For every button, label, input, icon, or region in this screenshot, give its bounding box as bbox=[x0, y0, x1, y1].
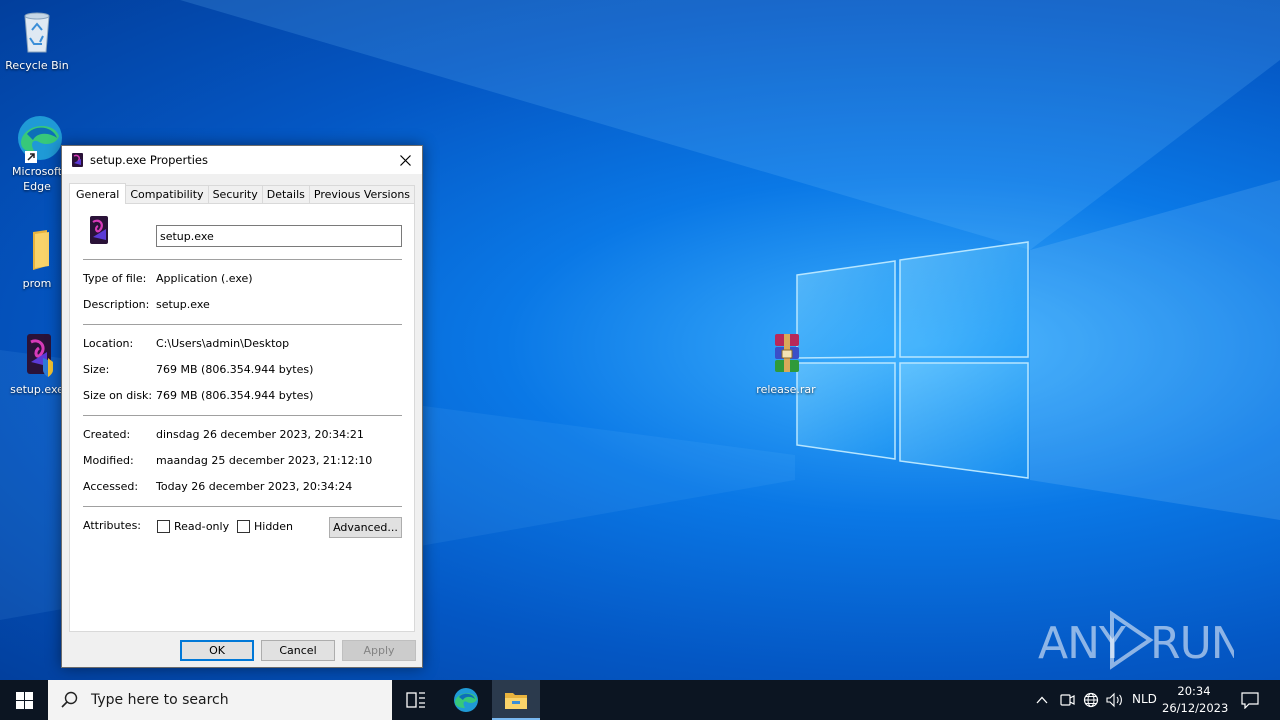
general-tab-panel: Type of file: Application (.exe) Descrip… bbox=[69, 203, 415, 632]
network-globe-icon bbox=[1083, 692, 1099, 708]
created-label: Created: bbox=[83, 428, 131, 441]
tab-compatibility[interactable]: Compatibility bbox=[125, 185, 209, 204]
desktop-icon-label: Microsoft Edge bbox=[11, 165, 63, 193]
desktop-icon-label: Recycle Bin bbox=[5, 59, 69, 72]
edge-icon bbox=[13, 114, 62, 163]
description-value: setup.exe bbox=[156, 298, 210, 311]
setup-exe-small-icon bbox=[72, 153, 83, 167]
tab-security[interactable]: Security bbox=[207, 185, 263, 204]
accessed-label: Accessed: bbox=[83, 480, 139, 493]
size-value: 769 MB (806.354.944 bytes) bbox=[156, 363, 314, 376]
tab-previous-versions[interactable]: Previous Versions bbox=[308, 185, 416, 204]
cancel-button[interactable]: Cancel bbox=[261, 640, 335, 661]
dialog-title: setup.exe Properties bbox=[90, 153, 208, 167]
type-of-file-label: Type of file: bbox=[83, 272, 147, 285]
notification-icon bbox=[1241, 691, 1259, 709]
location-label: Location: bbox=[83, 337, 134, 350]
created-value: dinsdag 26 december 2023, 20:34:21 bbox=[156, 428, 364, 441]
properties-dialog: setup.exe Properties General Compatibili… bbox=[61, 145, 423, 668]
taskbar-search-box[interactable]: Type here to search bbox=[48, 680, 392, 720]
search-placeholder: Type here to search bbox=[91, 692, 229, 708]
volume-icon bbox=[1106, 692, 1122, 708]
tab-details[interactable]: Details bbox=[261, 185, 310, 204]
separator bbox=[83, 259, 402, 260]
file-explorer-icon bbox=[505, 693, 527, 709]
tray-volume-button[interactable] bbox=[1105, 690, 1125, 710]
chevron-up-icon bbox=[1036, 696, 1048, 704]
desktop-icon-release-rar[interactable]: release.rar bbox=[749, 332, 823, 397]
edge-icon bbox=[454, 688, 478, 712]
tray-network-button[interactable] bbox=[1081, 690, 1101, 710]
start-button[interactable] bbox=[0, 680, 48, 720]
show-hidden-icons-button[interactable] bbox=[1032, 690, 1052, 710]
tab-general[interactable]: General bbox=[69, 183, 127, 204]
windows-icon bbox=[15, 691, 33, 709]
windows-wallpaper-logo bbox=[796, 241, 1029, 479]
close-icon bbox=[399, 154, 411, 166]
size-on-disk-label: Size on disk: bbox=[83, 389, 153, 402]
winrar-archive-icon bbox=[762, 332, 810, 380]
task-view-icon bbox=[406, 692, 425, 708]
hidden-label[interactable]: Hidden bbox=[254, 520, 293, 533]
taskbar-edge-button[interactable] bbox=[442, 680, 490, 720]
hidden-checkbox[interactable] bbox=[237, 520, 250, 533]
input-language-indicator[interactable]: NLD bbox=[1132, 692, 1157, 706]
folder-icon bbox=[13, 226, 61, 274]
size-label: Size: bbox=[83, 363, 110, 376]
file-name-input[interactable] bbox=[156, 225, 402, 247]
accessed-value: Today 26 december 2023, 20:34:24 bbox=[156, 480, 353, 493]
ok-button[interactable]: OK bbox=[180, 640, 254, 661]
taskbar-clock[interactable]: 20:34 26/12/2023 bbox=[1162, 683, 1229, 717]
separator bbox=[83, 324, 402, 325]
modified-value: maandag 25 december 2023, 21:12:10 bbox=[156, 454, 373, 467]
taskbar: Type here to search NLD 20:34 26/12/2023 bbox=[0, 680, 1280, 720]
modified-label: Modified: bbox=[83, 454, 134, 467]
clock-date: 26/12/2023 bbox=[1162, 701, 1229, 715]
size-on-disk-value: 769 MB (806.354.944 bytes) bbox=[156, 389, 314, 402]
description-label: Description: bbox=[83, 298, 150, 311]
meet-now-icon bbox=[1060, 694, 1075, 706]
readonly-label[interactable]: Read-only bbox=[174, 520, 229, 533]
close-button[interactable] bbox=[388, 146, 422, 174]
dialog-titlebar[interactable]: setup.exe Properties bbox=[62, 146, 422, 174]
type-of-file-value: Application (.exe) bbox=[156, 272, 253, 285]
attributes-label: Attributes: bbox=[83, 519, 142, 532]
location-value: C:\Users\admin\Desktop bbox=[156, 337, 290, 350]
taskbar-file-explorer-button[interactable] bbox=[492, 680, 540, 720]
apply-button[interactable]: Apply bbox=[342, 640, 416, 661]
separator bbox=[83, 415, 402, 416]
clock-time: 20:34 bbox=[1177, 684, 1211, 698]
recycle-bin-icon bbox=[13, 8, 61, 56]
desktop-icon-label: release.rar bbox=[756, 383, 816, 396]
setup-exe-icon bbox=[88, 216, 112, 246]
anyrun-watermark: ANY RUN bbox=[1038, 610, 1234, 670]
action-center-button[interactable] bbox=[1234, 680, 1266, 720]
setup-exe-icon bbox=[13, 332, 61, 380]
tray-meet-now-button[interactable] bbox=[1057, 690, 1077, 710]
readonly-checkbox[interactable] bbox=[157, 520, 170, 533]
tab-strip: General Compatibility Security Details P… bbox=[69, 183, 416, 204]
search-icon bbox=[61, 691, 78, 708]
desktop-icon-recycle-bin[interactable]: Recycle Bin bbox=[0, 8, 74, 73]
advanced-button[interactable]: Advanced... bbox=[329, 517, 402, 538]
separator bbox=[83, 506, 402, 507]
watermark-right-text: RUN bbox=[1150, 618, 1234, 669]
task-view-button[interactable] bbox=[392, 680, 440, 720]
